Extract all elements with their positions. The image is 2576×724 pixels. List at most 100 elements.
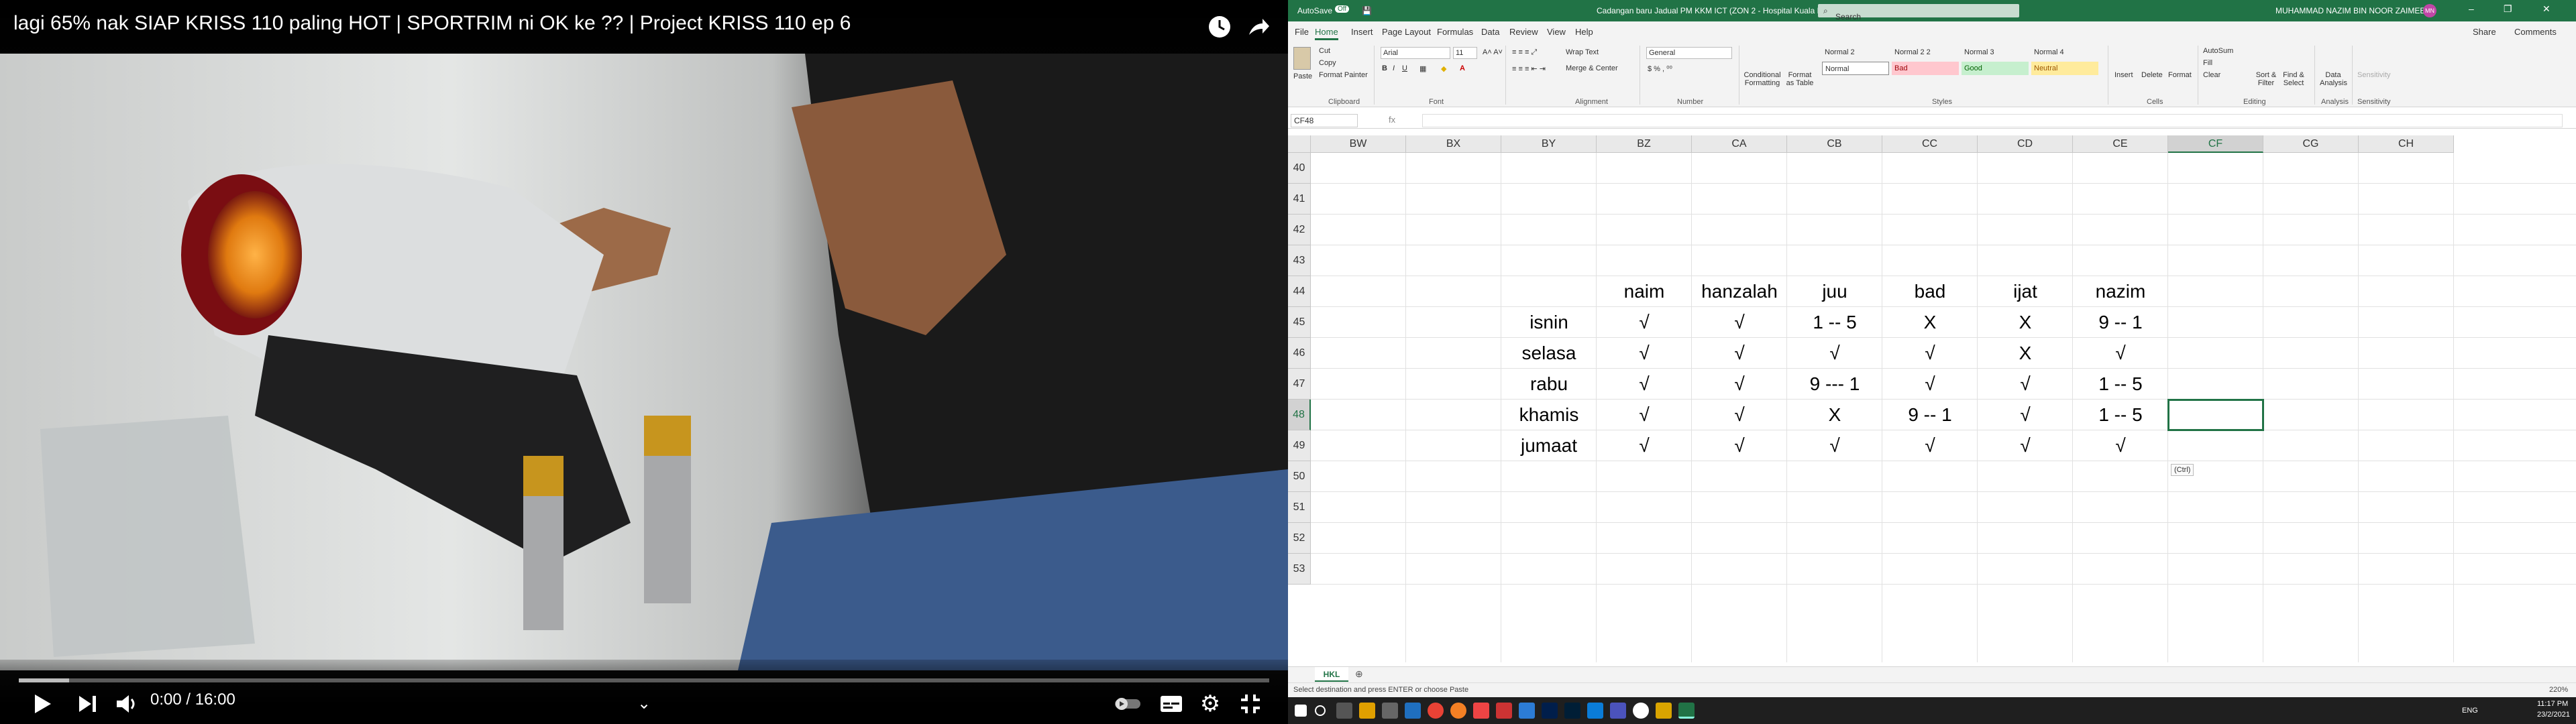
sheet-tab-hkl[interactable]: HKL — [1315, 667, 1348, 682]
font-name-select[interactable]: Arial — [1381, 47, 1450, 59]
table-cell[interactable]: √ — [1597, 307, 1692, 338]
row-header[interactable]: 46 — [1288, 338, 1311, 369]
clear-button[interactable]: Clear — [2203, 71, 2220, 79]
format-cells-button[interactable]: Format — [2168, 71, 2192, 79]
paste-icon[interactable] — [1293, 47, 1311, 70]
column-header[interactable]: BX — [1406, 135, 1501, 153]
video-frame[interactable] — [0, 54, 1288, 670]
app-icon[interactable] — [1473, 703, 1489, 719]
share-button[interactable]: Share — [2473, 27, 2496, 37]
table-cell[interactable]: √ — [1978, 369, 2073, 400]
row-header[interactable]: 43 — [1288, 245, 1311, 276]
conditional-formatting-button[interactable]: Conditional Formatting — [1743, 71, 1782, 87]
name-box[interactable]: CF48 — [1291, 114, 1358, 127]
table-cell[interactable]: √ — [1692, 400, 1787, 430]
table-header-cell[interactable]: bad — [1882, 276, 1978, 307]
worksheet-grid[interactable]: BW BX BY BZ CA CB CC CD CE CF CG CH 40 41 42 43 44 45 46 47… — [1288, 135, 2576, 666]
video-player[interactable]: lagi 65% nak SIAP KRISS 110 paling HOT |… — [0, 0, 1288, 724]
format-painter-button[interactable]: Format Painter — [1319, 71, 1368, 79]
add-sheet-icon[interactable]: ⊕ — [1355, 668, 1363, 680]
fill-color-icon[interactable]: ◆ — [1441, 64, 1446, 73]
clock-time[interactable]: 11:17 PM — [2537, 700, 2568, 708]
table-cell[interactable]: √ — [1692, 307, 1787, 338]
autoplay-toggle[interactable] — [1112, 689, 1143, 719]
copy-button[interactable]: Copy — [1319, 59, 1336, 67]
input-language[interactable]: ENG — [2462, 707, 2478, 715]
search-taskbar-icon[interactable] — [1315, 705, 1326, 716]
table-cell[interactable]: X — [1978, 307, 2073, 338]
column-header[interactable]: CA — [1692, 135, 1787, 153]
row-header[interactable]: 45 — [1288, 307, 1311, 338]
video-progress-bar[interactable] — [19, 678, 1269, 682]
table-cell[interactable]: √ — [1692, 369, 1787, 400]
play-button[interactable] — [27, 689, 56, 719]
excel-taskbar-icon[interactable] — [1678, 703, 1695, 719]
tab-formulas[interactable]: Formulas — [1437, 27, 1473, 37]
search-input[interactable]: ⌕ Search — [1818, 4, 2019, 21]
formula-input[interactable] — [1422, 114, 2563, 127]
number-format-select[interactable]: General — [1646, 47, 1732, 59]
user-avatar[interactable]: MN — [2423, 4, 2436, 17]
outlook-icon[interactable] — [1587, 703, 1603, 719]
column-header[interactable]: CB — [1787, 135, 1882, 153]
chevron-down-icon[interactable]: ⌄ — [631, 689, 657, 719]
delete-cells-button[interactable]: Delete — [2141, 71, 2163, 79]
style-normal[interactable]: Normal — [1822, 62, 1889, 75]
insert-cells-button[interactable]: Insert — [2114, 71, 2133, 79]
app-icon[interactable] — [1496, 703, 1512, 719]
row-header[interactable]: 41 — [1288, 184, 1311, 215]
column-header[interactable]: CD — [1978, 135, 2073, 153]
table-cell[interactable]: √ — [1978, 430, 2073, 461]
volume-button[interactable] — [111, 689, 141, 719]
sort-filter-button[interactable]: Sort & Filter — [2254, 71, 2278, 87]
underline-button[interactable]: U — [1402, 64, 1407, 72]
find-select-button[interactable]: Find & Select — [2281, 71, 2306, 87]
photoshop-icon[interactable] — [1564, 703, 1580, 719]
column-header[interactable]: CH — [2359, 135, 2454, 153]
column-header[interactable]: CF — [2168, 135, 2263, 153]
autosum-button[interactable]: AutoSum — [2203, 47, 2233, 55]
windows-start-icon[interactable] — [1295, 705, 1307, 717]
table-row-label[interactable]: selasa — [1501, 338, 1597, 369]
table-header-cell[interactable]: nazim — [2073, 276, 2168, 307]
tab-view[interactable]: View — [1547, 27, 1566, 37]
clock-date[interactable]: 23/2/2021 — [2537, 711, 2570, 719]
grow-font-icon[interactable]: A˄ A˅ — [1483, 48, 1503, 56]
minimize-icon[interactable]: – — [2469, 3, 2474, 14]
table-row-label[interactable]: isnin — [1501, 307, 1597, 338]
restore-icon[interactable]: ❐ — [2504, 3, 2512, 15]
file-explorer-icon[interactable] — [1359, 703, 1375, 719]
table-cell[interactable]: √ — [1882, 338, 1978, 369]
clock-icon[interactable] — [1206, 13, 1233, 40]
font-color-icon[interactable]: A — [1460, 64, 1465, 72]
row-header[interactable]: 53 — [1288, 554, 1311, 585]
row-header[interactable]: 42 — [1288, 215, 1311, 245]
table-cell[interactable]: √ — [1597, 430, 1692, 461]
table-cell[interactable]: √ — [1978, 400, 2073, 430]
table-header-cell[interactable]: naim — [1597, 276, 1692, 307]
borders-icon[interactable]: ▦ — [1419, 64, 1426, 73]
table-cell[interactable]: 9 -- 1 — [1882, 400, 1978, 430]
app-icon[interactable] — [1633, 703, 1649, 719]
bold-button[interactable]: B — [1382, 64, 1387, 72]
app-icon[interactable] — [1405, 703, 1421, 719]
row-header[interactable]: 44 — [1288, 276, 1311, 307]
chrome-icon[interactable] — [1428, 703, 1444, 719]
tab-help[interactable]: Help — [1575, 27, 1593, 37]
sensitivity-button[interactable]: Sensitivity — [2357, 71, 2391, 79]
tab-page-layout[interactable]: Page Layout — [1382, 27, 1431, 37]
column-header[interactable]: CC — [1882, 135, 1978, 153]
autosave-toggle[interactable]: Off — [1335, 5, 1350, 13]
column-header[interactable]: BY — [1501, 135, 1597, 153]
align-center-icon[interactable]: ≡ ≡ ≡ ⇤ ⇥ — [1512, 64, 1546, 73]
table-row-label[interactable]: rabu — [1501, 369, 1597, 400]
table-cell[interactable]: 1 -- 5 — [1787, 307, 1882, 338]
comments-button[interactable]: Comments — [2514, 27, 2557, 37]
close-icon[interactable]: ✕ — [2542, 3, 2551, 15]
table-cell[interactable]: √ — [1597, 369, 1692, 400]
table-cell[interactable]: X — [1882, 307, 1978, 338]
premiere-icon[interactable] — [1542, 703, 1558, 719]
row-header[interactable]: 40 — [1288, 153, 1311, 184]
wrap-text-button[interactable]: Wrap Text — [1566, 48, 1599, 56]
style-bad[interactable]: Bad — [1892, 62, 1959, 75]
